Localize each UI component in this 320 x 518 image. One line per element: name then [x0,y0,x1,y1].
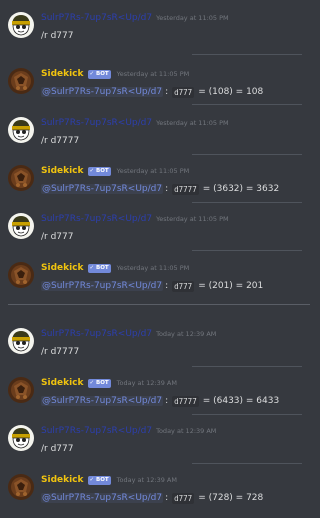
bot-badge-label: BOT [96,70,109,77]
message-divider [192,463,302,464]
author-name[interactable]: SulrP7Rs-7up7sR<Up/d7 [41,426,152,436]
timestamp: Yesterday at 11:05 PM [156,215,229,223]
message-header: Sidekick ✓ BOT Today at 12:39 AM [41,376,177,390]
timestamp: Today at 12:39 AM [116,379,177,387]
message-content: @SulrP7Rs-7up7sR<Up/d7 : d7777 = (3632) … [41,181,279,197]
day-divider [8,304,310,305]
separator: : [165,493,169,503]
separator: : [165,396,169,406]
chat-messages: SulrP7Rs-7up7sR<Up/d7 Yesterday at 11:05… [0,0,310,512]
message-content: @SulrP7Rs-7up7sR<Up/d7 : d777 = (728) = … [41,490,263,506]
message-content: /r d7777 [41,136,80,146]
message-content: @SulrP7Rs-7up7sR<Up/d7 : d7777 = (6433) … [41,393,279,409]
dice-code: d777 [172,86,195,98]
message-divider [192,414,302,415]
bot-badge-label: BOT [96,476,109,483]
message-divider [192,366,302,367]
message: SulrP7Rs-7up7sR<Up/d7 Yesterday at 11:05… [0,8,310,56]
message-divider [192,104,302,105]
message-divider [192,202,302,203]
user-mention[interactable]: @SulrP7Rs-7up7sR<Up/d7 [41,396,164,406]
message-header: SulrP7Rs-7up7sR<Up/d7 Today at 12:39 AM [41,327,216,341]
author-name[interactable]: Sidekick [41,378,84,388]
author-name[interactable]: SulrP7Rs-7up7sR<Up/d7 [41,329,152,339]
bot-badge-label: BOT [96,167,109,174]
author-name[interactable]: SulrP7Rs-7up7sR<Up/d7 [41,118,152,128]
message-header: SulrP7Rs-7up7sR<Up/d7 Yesterday at 11:05… [41,116,229,130]
bot-avatar[interactable] [8,474,34,500]
user-avatar[interactable] [8,117,34,143]
author-name[interactable]: SulrP7Rs-7up7sR<Up/d7 [41,214,152,224]
message-header: Sidekick ✓ BOT Yesterday at 11:05 PM [41,261,189,275]
bot-badge-label: BOT [96,379,109,386]
roll-result: = (108) = 108 [198,87,264,97]
message-content: /r d777 [41,232,74,242]
bot-badge-label: BOT [96,264,109,271]
message-divider [192,54,302,55]
bot-avatar[interactable] [8,68,34,94]
bot-avatar[interactable] [8,377,34,403]
message-divider [192,250,302,251]
message-header: SulrP7Rs-7up7sR<Up/d7 Today at 12:39 AM [41,424,216,438]
timestamp: Yesterday at 11:05 PM [116,70,190,78]
bot-badge: ✓ BOT [87,378,111,388]
message-header: Sidekick ✓ BOT Today at 12:39 AM [41,473,177,487]
dice-code: d7777 [172,183,199,195]
dice-code: d777 [172,280,195,292]
bot-badge: ✓ BOT [87,69,111,79]
user-avatar[interactable] [8,425,34,451]
author-name[interactable]: SulrP7Rs-7up7sR<Up/d7 [41,13,152,23]
timestamp: Yesterday at 11:05 PM [156,14,229,22]
user-avatar[interactable] [8,328,34,354]
user-mention[interactable]: @SulrP7Rs-7up7sR<Up/d7 [41,87,164,97]
separator: : [165,184,169,194]
separator: : [165,281,169,291]
dice-code: d7777 [172,395,199,407]
author-name[interactable]: Sidekick [41,263,84,273]
bot-badge: ✓ BOT [87,263,111,273]
message-header: SulrP7Rs-7up7sR<Up/d7 Yesterday at 11:05… [41,11,229,25]
message-content: @SulrP7Rs-7up7sR<Up/d7 : d777 = (108) = … [41,84,263,100]
user-mention[interactable]: @SulrP7Rs-7up7sR<Up/d7 [41,281,164,291]
message-content: /r d777 [41,31,74,41]
message-header: SulrP7Rs-7up7sR<Up/d7 Yesterday at 11:05… [41,212,229,226]
author-name[interactable]: Sidekick [41,475,84,485]
user-avatar[interactable] [8,12,34,38]
message: Sidekick ✓ BOT Yesterday at 11:05 PM @Su… [0,258,310,306]
timestamp: Today at 12:39 AM [156,427,217,435]
timestamp: Yesterday at 11:05 PM [156,119,229,127]
user-mention[interactable]: @SulrP7Rs-7up7sR<Up/d7 [41,493,164,503]
roll-result: = (6433) = 6433 [202,396,280,406]
roll-result: = (201) = 201 [198,281,264,291]
user-avatar[interactable] [8,213,34,239]
message: SulrP7Rs-7up7sR<Up/d7 Today at 12:39 AM … [0,324,310,372]
roll-result: = (728) = 728 [198,493,264,503]
bot-badge: ✓ BOT [87,166,111,176]
message-header: Sidekick ✓ BOT Yesterday at 11:05 PM [41,164,189,178]
timestamp: Today at 12:39 AM [116,476,177,484]
message-content: /r d7777 [41,347,80,357]
user-mention[interactable]: @SulrP7Rs-7up7sR<Up/d7 [41,184,164,194]
dice-code: d777 [172,492,195,504]
author-name[interactable]: Sidekick [41,69,84,79]
bot-badge: ✓ BOT [87,475,111,485]
roll-result: = (3632) = 3632 [202,184,280,194]
message-content: /r d777 [41,444,74,454]
message: SulrP7Rs-7up7sR<Up/d7 Today at 12:39 AM … [0,421,310,469]
separator: : [165,87,169,97]
message: Sidekick ✓ BOT Today at 12:39 AM @SulrP7… [0,470,310,518]
bot-avatar[interactable] [8,165,34,191]
message-header: Sidekick ✓ BOT Yesterday at 11:05 PM [41,67,189,81]
bot-avatar[interactable] [8,262,34,288]
author-name[interactable]: Sidekick [41,166,84,176]
timestamp: Yesterday at 11:05 PM [116,167,190,175]
timestamp: Yesterday at 11:05 PM [116,264,190,272]
timestamp: Today at 12:39 AM [156,330,217,338]
message-content: @SulrP7Rs-7up7sR<Up/d7 : d777 = (201) = … [41,278,263,294]
message-divider [192,154,302,155]
